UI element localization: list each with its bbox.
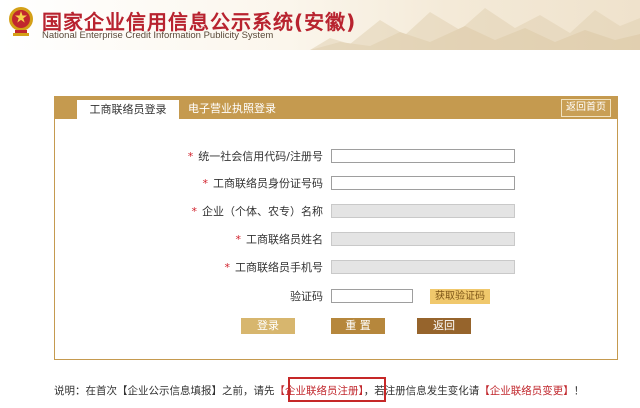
form-row-credit-code: * 统一社会信用代码/注册号	[55, 149, 617, 165]
captcha-label: 验证码	[290, 290, 323, 303]
field-label: * 统一社会信用代码/注册号	[187, 150, 323, 163]
login-panel: 工商联络员登录 电子营业执照登录 返回首页 * 统一社会信用代码/注册号 * 工商联…	[54, 96, 618, 360]
required-mark: *	[191, 205, 198, 218]
form-row-id-number: * 工商联络员身份证号码	[55, 176, 617, 192]
site-subtitle: National Enterprise Credit Information P…	[42, 30, 274, 41]
required-mark: *	[187, 150, 194, 163]
field-label: * 企业（个体、农专）名称	[191, 205, 324, 218]
tab-liaison-login[interactable]: 工商联络员登录	[77, 100, 179, 120]
login-button[interactable]: 登录	[241, 318, 295, 334]
site-header: 国家企业信用信息公示系统(安徽) National Enterprise Cre…	[0, 0, 640, 50]
form-row-liaison-phone: * 工商联络员手机号	[55, 260, 617, 276]
captcha-input[interactable]	[331, 289, 413, 303]
enterprise-name-input	[331, 204, 515, 218]
field-label: * 工商联络员姓名	[235, 233, 324, 246]
tab-electronic-license-login[interactable]: 电子营业执照登录	[188, 100, 276, 118]
reset-button[interactable]: 重 置	[331, 318, 385, 334]
id-number-input[interactable]	[331, 176, 515, 190]
liaison-phone-input	[331, 260, 515, 274]
credit-code-input[interactable]	[331, 149, 515, 163]
change-liaison-link[interactable]: 【企业联络员变更】	[479, 385, 574, 397]
liaison-name-input	[331, 232, 515, 246]
form-row-enterprise-name: * 企业（个体、农专）名称	[55, 204, 617, 220]
mountain-background-decoration	[310, 8, 640, 50]
back-home-button[interactable]: 返回首页	[561, 99, 611, 117]
national-emblem-icon	[9, 7, 33, 36]
back-button[interactable]: 返回	[417, 318, 471, 334]
required-mark: *	[224, 261, 231, 274]
get-captcha-button[interactable]: 获取验证码	[430, 289, 490, 304]
form-actions: 登录 重 置 返回	[55, 318, 617, 334]
required-mark: *	[235, 233, 242, 246]
register-link-highlight	[288, 377, 386, 402]
tab-bar: 工商联络员登录 电子营业执照登录 返回首页	[55, 97, 617, 120]
field-label: * 工商联络员身份证号码	[202, 177, 324, 190]
field-label: * 工商联络员手机号	[224, 261, 324, 274]
required-mark: *	[202, 177, 209, 190]
form-row-liaison-name: * 工商联络员姓名	[55, 232, 617, 248]
form-row-captcha: 验证码 获取验证码	[55, 289, 617, 305]
